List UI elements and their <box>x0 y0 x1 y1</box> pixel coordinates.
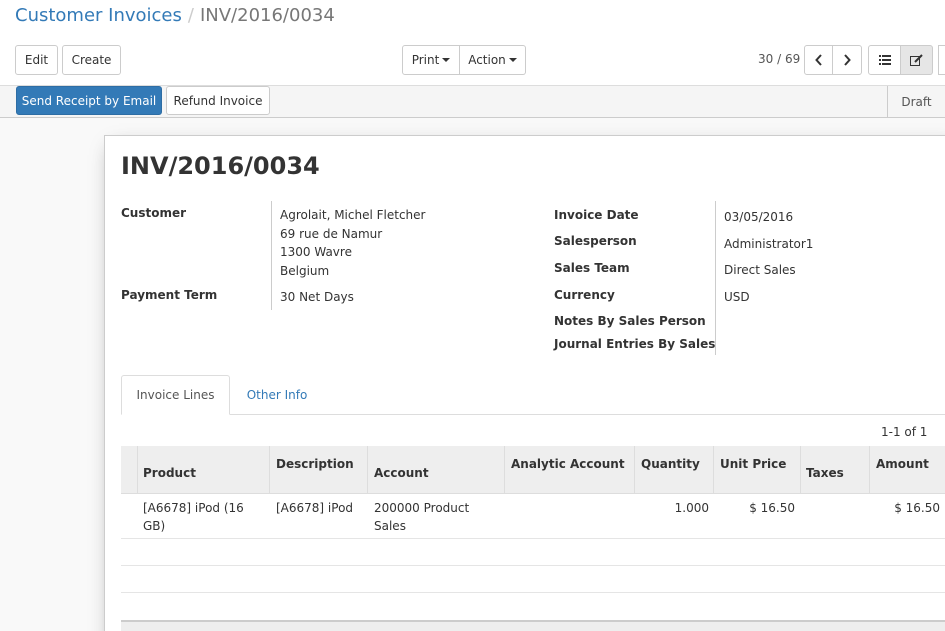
column-divider <box>869 446 870 494</box>
invoice-date-label: Invoice Date <box>554 208 639 222</box>
action-dropdown[interactable]: Action <box>460 45 526 75</box>
form-sheet <box>104 135 945 631</box>
row-divider <box>121 592 945 593</box>
caret-down-icon <box>442 58 451 62</box>
customer-link[interactable]: Agrolait, Michel Fletcher <box>280 208 425 222</box>
currency-value: USD <box>724 290 750 304</box>
customer-address-city: 1300 Wavre <box>280 245 352 259</box>
column-amount[interactable]: Amount <box>876 457 929 471</box>
chevron-left-icon <box>814 54 822 66</box>
print-label: Print <box>411 53 440 67</box>
payment-term-label: Payment Term <box>121 288 218 302</box>
pager-value[interactable]: 30 / 69 <box>758 52 800 66</box>
customer-address-street: 69 rue de Namur <box>280 227 383 241</box>
payment-term-link[interactable]: 30 Net Days <box>280 290 354 304</box>
salesperson-label: Salesperson <box>554 234 637 248</box>
edit-form-icon <box>910 54 923 66</box>
chevron-right-icon <box>844 54 851 66</box>
breadcrumb-customer-invoices[interactable]: Customer Invoices <box>15 5 182 26</box>
currency-label: Currency <box>554 288 615 302</box>
tab-invoice-lines[interactable]: Invoice Lines <box>121 375 230 415</box>
row-divider <box>121 565 945 566</box>
list-pager: 1-1 of 1 <box>881 425 928 439</box>
create-button[interactable]: Create <box>62 45 121 75</box>
list-view-button[interactable] <box>868 45 901 75</box>
pager-previous-button[interactable] <box>804 45 833 75</box>
salesperson-link[interactable]: Administrator1 <box>724 237 813 251</box>
refund-invoice-button[interactable]: Refund Invoice <box>166 86 270 115</box>
invoice-date-value: 03/05/2016 <box>724 210 794 224</box>
column-divider <box>504 446 505 494</box>
journal-entries-label: Journal Entries By Sales <box>554 337 716 351</box>
caret-down-icon <box>508 58 517 62</box>
pager-next-button[interactable] <box>833 45 862 75</box>
cell-product: [A6678] iPod (16 GB) <box>143 501 244 533</box>
column-quantity[interactable]: Quantity <box>641 457 700 471</box>
column-analytic-account[interactable]: Analytic Account <box>511 457 625 471</box>
extra-view-button[interactable] <box>938 45 945 75</box>
column-divider <box>269 446 270 494</box>
sales-team-label: Sales Team <box>554 261 630 275</box>
list-icon <box>878 55 891 65</box>
customer-label: Customer <box>121 206 187 220</box>
field-divider <box>715 201 716 355</box>
edit-button[interactable]: Edit <box>15 45 58 75</box>
column-divider <box>713 446 714 494</box>
cell-quantity: 1.000 <box>674 501 709 515</box>
column-divider <box>634 446 635 494</box>
control-panel: Customer Invoices / INV/2016/0034 Edit Cre… <box>0 0 945 86</box>
cell-account: 200000 Product Sales <box>374 501 470 533</box>
row-divider <box>121 538 945 539</box>
cell-description: [A6678] iPod <box>276 501 354 515</box>
column-product[interactable]: Product <box>143 466 196 480</box>
breadcrumb-current: INV/2016/0034 <box>199 5 335 26</box>
statusbar: Send Receipt by Email Refund Invoice Dra… <box>0 86 945 118</box>
breadcrumb: Customer Invoices / INV/2016/0034 <box>15 5 335 26</box>
action-label: Action <box>468 53 506 67</box>
notes-label: Notes By Sales Person <box>554 314 706 328</box>
column-description[interactable]: Description <box>276 457 354 471</box>
column-divider <box>800 446 801 494</box>
form-view-button[interactable] <box>901 45 933 75</box>
column-divider <box>137 446 138 494</box>
invoice-number: INV/2016/0034 <box>121 152 320 180</box>
tab-other-info[interactable]: Other Info <box>234 375 320 415</box>
column-unit-price[interactable]: Unit Price <box>720 457 786 471</box>
sales-team-link[interactable]: Direct Sales <box>724 263 796 277</box>
send-receipt-button[interactable]: Send Receipt by Email <box>16 86 162 115</box>
column-divider <box>367 446 368 494</box>
invoice-lines-footer <box>121 620 945 631</box>
cell-amount: $ 16.50 <box>894 501 940 515</box>
breadcrumb-separator: / <box>187 5 194 26</box>
column-taxes[interactable]: Taxes <box>806 466 844 480</box>
print-dropdown[interactable]: Print <box>402 45 460 75</box>
status-draft[interactable]: Draft <box>887 86 945 117</box>
column-account[interactable]: Account <box>374 466 429 480</box>
customer-address-country: Belgium <box>280 264 330 278</box>
field-divider <box>271 201 272 310</box>
cell-unit-price: $ 16.50 <box>749 501 795 515</box>
